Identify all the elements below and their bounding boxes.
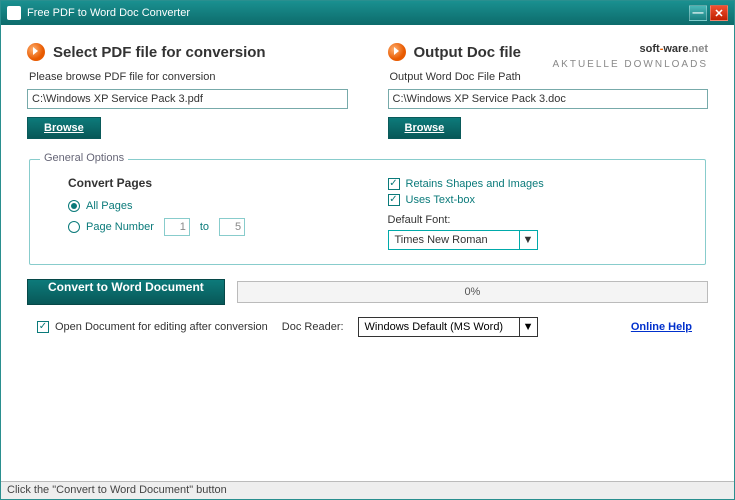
retain-label: Retains Shapes and Images <box>406 178 544 190</box>
progress-bar: 0% <box>237 281 708 303</box>
input-heading: Select PDF file for conversion <box>53 44 266 61</box>
to-label: to <box>200 221 209 233</box>
chevron-down-icon: ▼ <box>519 318 537 336</box>
default-font-label: Default Font: <box>388 214 688 226</box>
doc-reader-select[interactable]: Windows Default (MS Word) ▼ <box>358 317 538 337</box>
browse-input-button[interactable]: Browse <box>27 117 101 139</box>
radio-page-number[interactable]: Page Number to <box>68 218 348 236</box>
brand-ware: ware <box>663 43 688 55</box>
convert-button[interactable]: Convert to Word Document <box>27 279 225 305</box>
open-after-label: Open Document for editing after conversi… <box>55 321 268 333</box>
checkbox-icon <box>388 178 400 190</box>
status-bar: Click the "Convert to Word Document" but… <box>1 481 734 499</box>
radio-all-pages[interactable]: All Pages <box>68 200 348 212</box>
arrow-icon <box>27 43 45 61</box>
doc-reader-label: Doc Reader: <box>282 321 344 333</box>
select-value: Windows Default (MS Word) <box>359 321 519 333</box>
checkbox-icon <box>37 321 49 333</box>
all-pages-label: All Pages <box>86 200 132 212</box>
output-path-field[interactable] <box>388 89 709 109</box>
default-font-select[interactable]: Times New Roman ▼ <box>388 230 538 250</box>
general-options-group: General Options Convert Pages All Pages … <box>29 159 706 265</box>
input-label: Please browse PDF file for conversion <box>29 71 346 83</box>
output-heading: Output Doc file <box>414 44 522 61</box>
page-to-field[interactable] <box>219 218 245 236</box>
brand-subtitle: AKTUELLE DOWNLOADS <box>553 59 708 70</box>
watermark: soft-ware.net AKTUELLE DOWNLOADS <box>553 31 708 70</box>
convert-pages-label: Convert Pages <box>68 176 348 190</box>
browse-output-button[interactable]: Browse <box>388 117 462 139</box>
titlebar[interactable]: Free PDF to Word Doc Converter — ✕ <box>1 1 734 25</box>
chevron-down-icon: ▼ <box>519 231 537 249</box>
brand-net: net <box>692 43 709 55</box>
textbox-checkbox[interactable]: Uses Text-box <box>388 194 688 206</box>
textbox-label: Uses Text-box <box>406 194 476 206</box>
input-section: Select PDF file for conversion Please br… <box>27 43 348 139</box>
page-number-label: Page Number <box>86 221 154 233</box>
app-icon <box>7 6 21 20</box>
output-label: Output Word Doc File Path <box>390 71 707 83</box>
brand-soft: soft <box>640 43 660 55</box>
open-after-checkbox[interactable]: Open Document for editing after conversi… <box>37 321 268 333</box>
retain-shapes-checkbox[interactable]: Retains Shapes and Images <box>388 178 688 190</box>
checkbox-icon <box>388 194 400 206</box>
window-title: Free PDF to Word Doc Converter <box>27 7 190 19</box>
content-area: soft-ware.net AKTUELLE DOWNLOADS Select … <box>1 25 734 481</box>
input-path-field[interactable] <box>27 89 348 109</box>
arrow-icon <box>388 43 406 61</box>
options-legend: General Options <box>40 152 128 164</box>
select-value: Times New Roman <box>389 234 519 246</box>
radio-icon <box>68 221 80 233</box>
minimize-button[interactable]: — <box>689 5 707 21</box>
close-button[interactable]: ✕ <box>710 5 728 21</box>
app-window: Free PDF to Word Doc Converter — ✕ soft-… <box>0 0 735 500</box>
online-help-link[interactable]: Online Help <box>631 321 692 333</box>
radio-icon <box>68 200 80 212</box>
page-from-field[interactable] <box>164 218 190 236</box>
